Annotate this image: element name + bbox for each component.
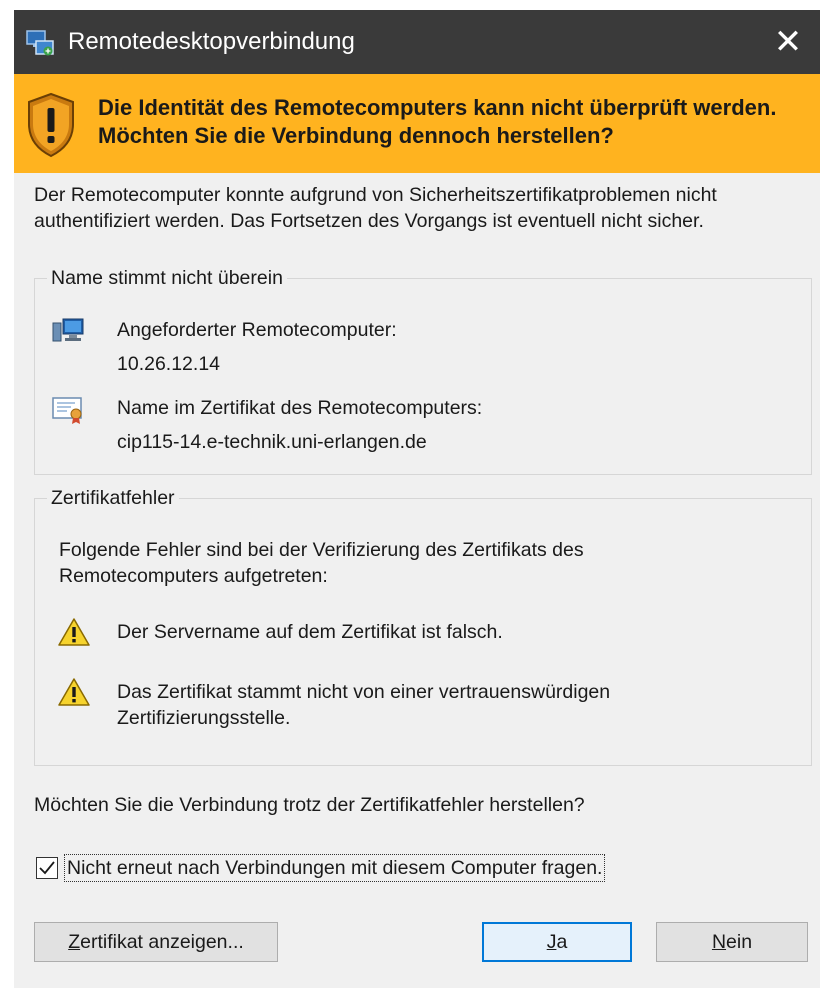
requested-computer-label: Angeforderter Remotecomputer: <box>117 319 397 341</box>
certificate-name-label: Name im Zertifikat des Remotecomputers: <box>117 397 483 419</box>
dont-ask-again-label[interactable]: Nicht erneut nach Verbindungen mit diese… <box>64 854 606 882</box>
close-icon: ✕ <box>773 23 803 61</box>
requested-computer-value: 10.26.12.14 <box>117 353 221 375</box>
window-title: Remotedesktopverbindung <box>68 28 355 55</box>
shield-warning-icon <box>28 92 74 158</box>
certificate-error-item: Das Zertifikat stammt nicht von einer ve… <box>117 681 611 729</box>
remote-desktop-icon <box>26 30 54 56</box>
certificate-errors-group: Zertifikatfehler Folgende Fehler sind be… <box>34 485 812 766</box>
no-mnemonic: N <box>711 930 727 953</box>
yes-button[interactable]: Ja <box>482 922 632 962</box>
no-label: ein <box>726 930 753 953</box>
checkmark-icon <box>39 861 55 875</box>
yes-label: a <box>556 930 568 953</box>
warning-banner: Die Identität des Remotecomputers kann n… <box>14 74 820 173</box>
certificate-errors-legend: Zertifikatfehler <box>47 485 179 511</box>
certificate-icon <box>52 397 82 424</box>
title-bar: Remotedesktopverbindung ✕ <box>14 10 820 74</box>
yes-mnemonic: J <box>546 930 557 953</box>
certificate-errors-description: Folgende Fehler sind bei der Verifizieru… <box>59 539 584 587</box>
close-button[interactable]: ✕ <box>756 10 820 74</box>
dont-ask-again-checkbox-row[interactable]: Nicht erneut nach Verbindungen mit diese… <box>36 852 606 884</box>
name-mismatch-group: Name stimmt nicht überein Angeforderter … <box>34 265 812 475</box>
view-certificate-button[interactable]: Zertifikat anzeigen... <box>34 922 278 962</box>
warning-icon <box>58 678 90 706</box>
question-text: Möchten Sie die Verbindung trotz der Zer… <box>34 794 585 816</box>
banner-message: Die Identität des Remotecomputers kann n… <box>98 95 777 148</box>
dont-ask-again-checkbox[interactable] <box>36 857 58 879</box>
intro-text: Der Remotecomputer konnte aufgrund von S… <box>34 184 717 232</box>
view-certificate-label: ertifikat anzeigen... <box>80 930 244 953</box>
name-mismatch-legend: Name stimmt nicht überein <box>47 265 287 291</box>
computer-icon <box>52 318 84 342</box>
certificate-name-value: cip115-14.e-technik.uni-erlangen.de <box>117 431 427 453</box>
rdp-certificate-dialog: Remotedesktopverbindung ✕ Die Identität … <box>14 10 820 988</box>
warning-icon <box>58 618 90 646</box>
view-certificate-mnemonic: Z <box>68 930 81 953</box>
certificate-error-item: Der Servername auf dem Zertifikat ist fa… <box>117 621 503 643</box>
no-button[interactable]: Nein <box>656 922 808 962</box>
